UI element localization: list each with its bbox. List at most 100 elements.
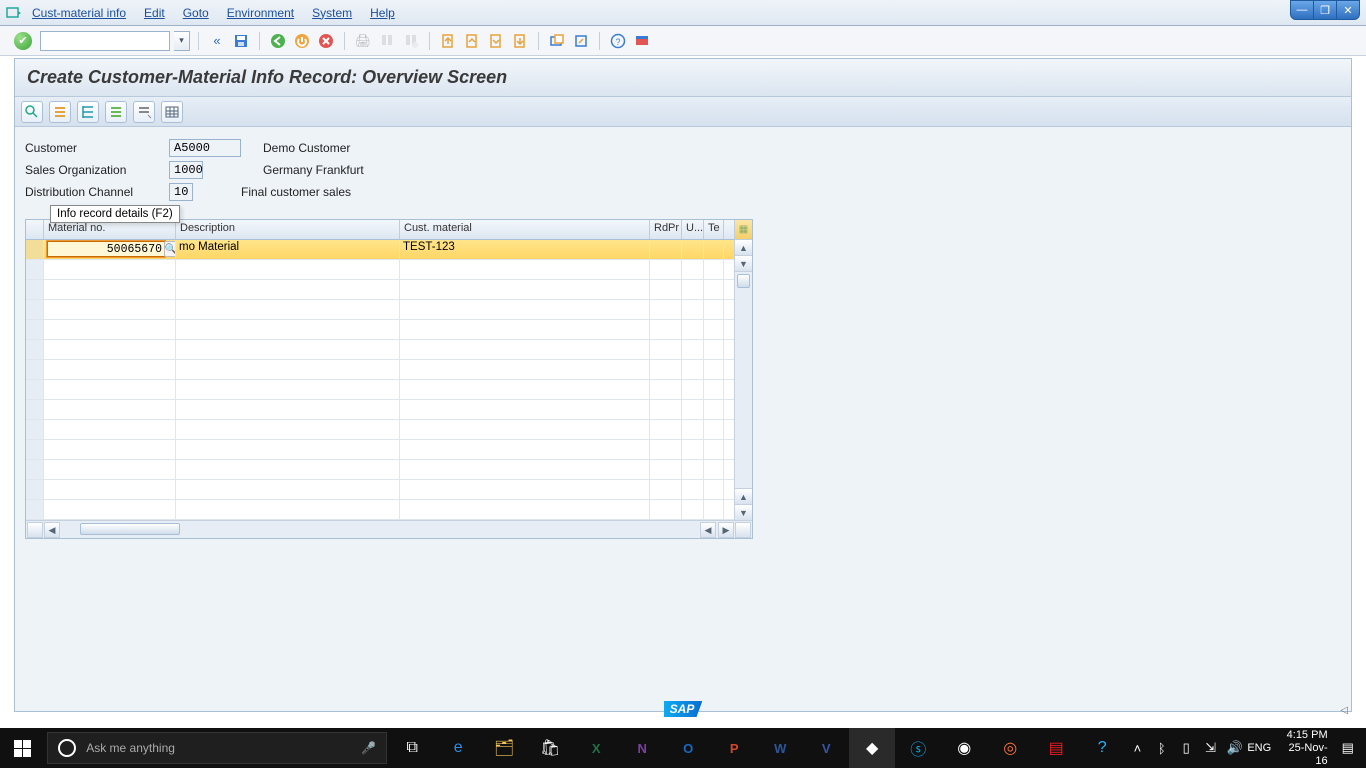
find-next-icon[interactable]: [401, 31, 421, 51]
command-field-dropdown[interactable]: ▾: [174, 31, 190, 51]
row-selector[interactable]: [26, 320, 44, 339]
row-selector[interactable]: [26, 400, 44, 419]
tray-overflow-icon[interactable]: ˄: [1125, 728, 1149, 768]
powerpoint-icon[interactable]: P: [711, 728, 757, 768]
next-page-icon[interactable]: [486, 31, 506, 51]
cortana-search[interactable]: Ask me anything 🎤: [47, 732, 387, 764]
outlook-icon[interactable]: O: [665, 728, 711, 768]
row-selector[interactable]: [26, 300, 44, 319]
file-explorer-icon[interactable]: 🗂: [481, 728, 527, 768]
table-row[interactable]: [26, 480, 752, 500]
table-row[interactable]: [26, 300, 752, 320]
col-description[interactable]: Description: [176, 220, 400, 239]
enter-button[interactable]: ✔: [14, 32, 32, 50]
table-row[interactable]: [26, 340, 752, 360]
find-icon[interactable]: [377, 31, 397, 51]
create-shortcut-icon[interactable]: [571, 31, 591, 51]
deselect-all-button[interactable]: [77, 101, 99, 123]
new-entries-button[interactable]: [105, 101, 127, 123]
new-session-icon[interactable]: [547, 31, 567, 51]
start-button[interactable]: [0, 728, 45, 768]
back-icon[interactable]: [268, 31, 288, 51]
acrobat-icon[interactable]: ▤: [1033, 728, 1079, 768]
hscroll-last-icon[interactable]: [735, 522, 751, 538]
store-icon[interactable]: 🛍: [527, 728, 573, 768]
info-record-details-button[interactable]: [21, 101, 43, 123]
hscroll-thumb[interactable]: [80, 523, 180, 535]
grid-config-button[interactable]: ▦: [734, 220, 752, 240]
table-row[interactable]: [26, 500, 752, 520]
edge-icon[interactable]: e: [435, 728, 481, 768]
menu-edit[interactable]: Edit: [144, 6, 165, 20]
command-field-icon[interactable]: [6, 5, 22, 21]
row-selector[interactable]: [26, 280, 44, 299]
menu-cust-material-info[interactable]: Cust-material info: [32, 6, 126, 20]
excel-icon[interactable]: X: [573, 728, 619, 768]
taskbar-clock[interactable]: 4:15 PM 25-Nov-16: [1271, 729, 1335, 768]
status-bar-toggle-icon[interactable]: ◁: [1340, 705, 1348, 716]
task-view-icon[interactable]: ⧉: [389, 728, 435, 768]
dist-channel-value[interactable]: 10: [169, 183, 193, 201]
menu-help[interactable]: Help: [370, 6, 395, 20]
cancel-icon[interactable]: [316, 31, 336, 51]
bluetooth-icon[interactable]: ᛒ: [1150, 728, 1174, 768]
save-icon[interactable]: [231, 31, 251, 51]
chrome-icon[interactable]: ◉: [941, 728, 987, 768]
delete-button[interactable]: [133, 101, 155, 123]
col-te[interactable]: Te: [704, 220, 724, 239]
row-selector[interactable]: [26, 480, 44, 499]
first-page-icon[interactable]: [438, 31, 458, 51]
row-selector[interactable]: [26, 500, 44, 519]
visio-icon[interactable]: V: [803, 728, 849, 768]
help-icon[interactable]: ?: [608, 31, 628, 51]
search-help-icon[interactable]: 🔍: [164, 241, 176, 257]
scroll-line-up-icon[interactable]: ▼: [735, 256, 752, 272]
table-row[interactable]: [26, 260, 752, 280]
close-icon[interactable]: ✕: [1336, 0, 1360, 20]
scroll-thumb[interactable]: [737, 274, 750, 288]
word-icon[interactable]: W: [757, 728, 803, 768]
cust-material-cell[interactable]: TEST-123: [400, 240, 650, 259]
table-row[interactable]: [26, 320, 752, 340]
row-selector[interactable]: [26, 240, 44, 259]
volume-icon[interactable]: 🔊: [1223, 728, 1247, 768]
action-center-icon[interactable]: ▤: [1336, 728, 1360, 768]
menu-goto[interactable]: Goto: [183, 6, 209, 20]
firefox-icon[interactable]: ◎: [987, 728, 1033, 768]
exit-icon[interactable]: [292, 31, 312, 51]
select-all-button[interactable]: [49, 101, 71, 123]
col-cust-material[interactable]: Cust. material: [400, 220, 650, 239]
layout-icon[interactable]: [632, 31, 652, 51]
row-selector[interactable]: [26, 380, 44, 399]
grid-select-all-corner[interactable]: [26, 220, 44, 239]
scroll-line-down-icon[interactable]: ▲: [735, 488, 752, 504]
hscroll-first-icon[interactable]: [27, 522, 43, 538]
print-icon[interactable]: 🖨: [353, 31, 373, 51]
row-selector[interactable]: [26, 420, 44, 439]
command-field[interactable]: [40, 31, 170, 51]
restore-icon[interactable]: ❐: [1313, 0, 1337, 20]
mic-icon[interactable]: 🎤: [361, 741, 376, 755]
minimize-icon[interactable]: —: [1290, 0, 1314, 20]
menu-system[interactable]: System: [312, 6, 352, 20]
sap-logon-icon[interactable]: ◆: [849, 728, 895, 768]
wifi-icon[interactable]: ⇲: [1198, 728, 1222, 768]
table-row[interactable]: [26, 280, 752, 300]
customer-value[interactable]: A5000: [169, 139, 241, 157]
table-row[interactable]: 🔍 mo Material TEST-123: [26, 240, 752, 260]
help-app-icon[interactable]: ?: [1079, 728, 1125, 768]
onenote-icon[interactable]: N: [619, 728, 665, 768]
table-row[interactable]: [26, 440, 752, 460]
prev-page-icon[interactable]: [462, 31, 482, 51]
col-u[interactable]: U...: [682, 220, 704, 239]
row-selector[interactable]: [26, 360, 44, 379]
row-selector[interactable]: [26, 460, 44, 479]
battery-icon[interactable]: ▯: [1174, 728, 1198, 768]
table-row[interactable]: [26, 380, 752, 400]
hscroll-right-icon[interactable]: ▶: [718, 522, 734, 538]
scroll-down-icon[interactable]: ▼: [735, 504, 752, 520]
back-chevrons-icon[interactable]: «: [207, 31, 227, 51]
language-indicator[interactable]: ENG: [1247, 728, 1271, 768]
last-page-icon[interactable]: [510, 31, 530, 51]
description-cell[interactable]: mo Material: [176, 240, 400, 259]
